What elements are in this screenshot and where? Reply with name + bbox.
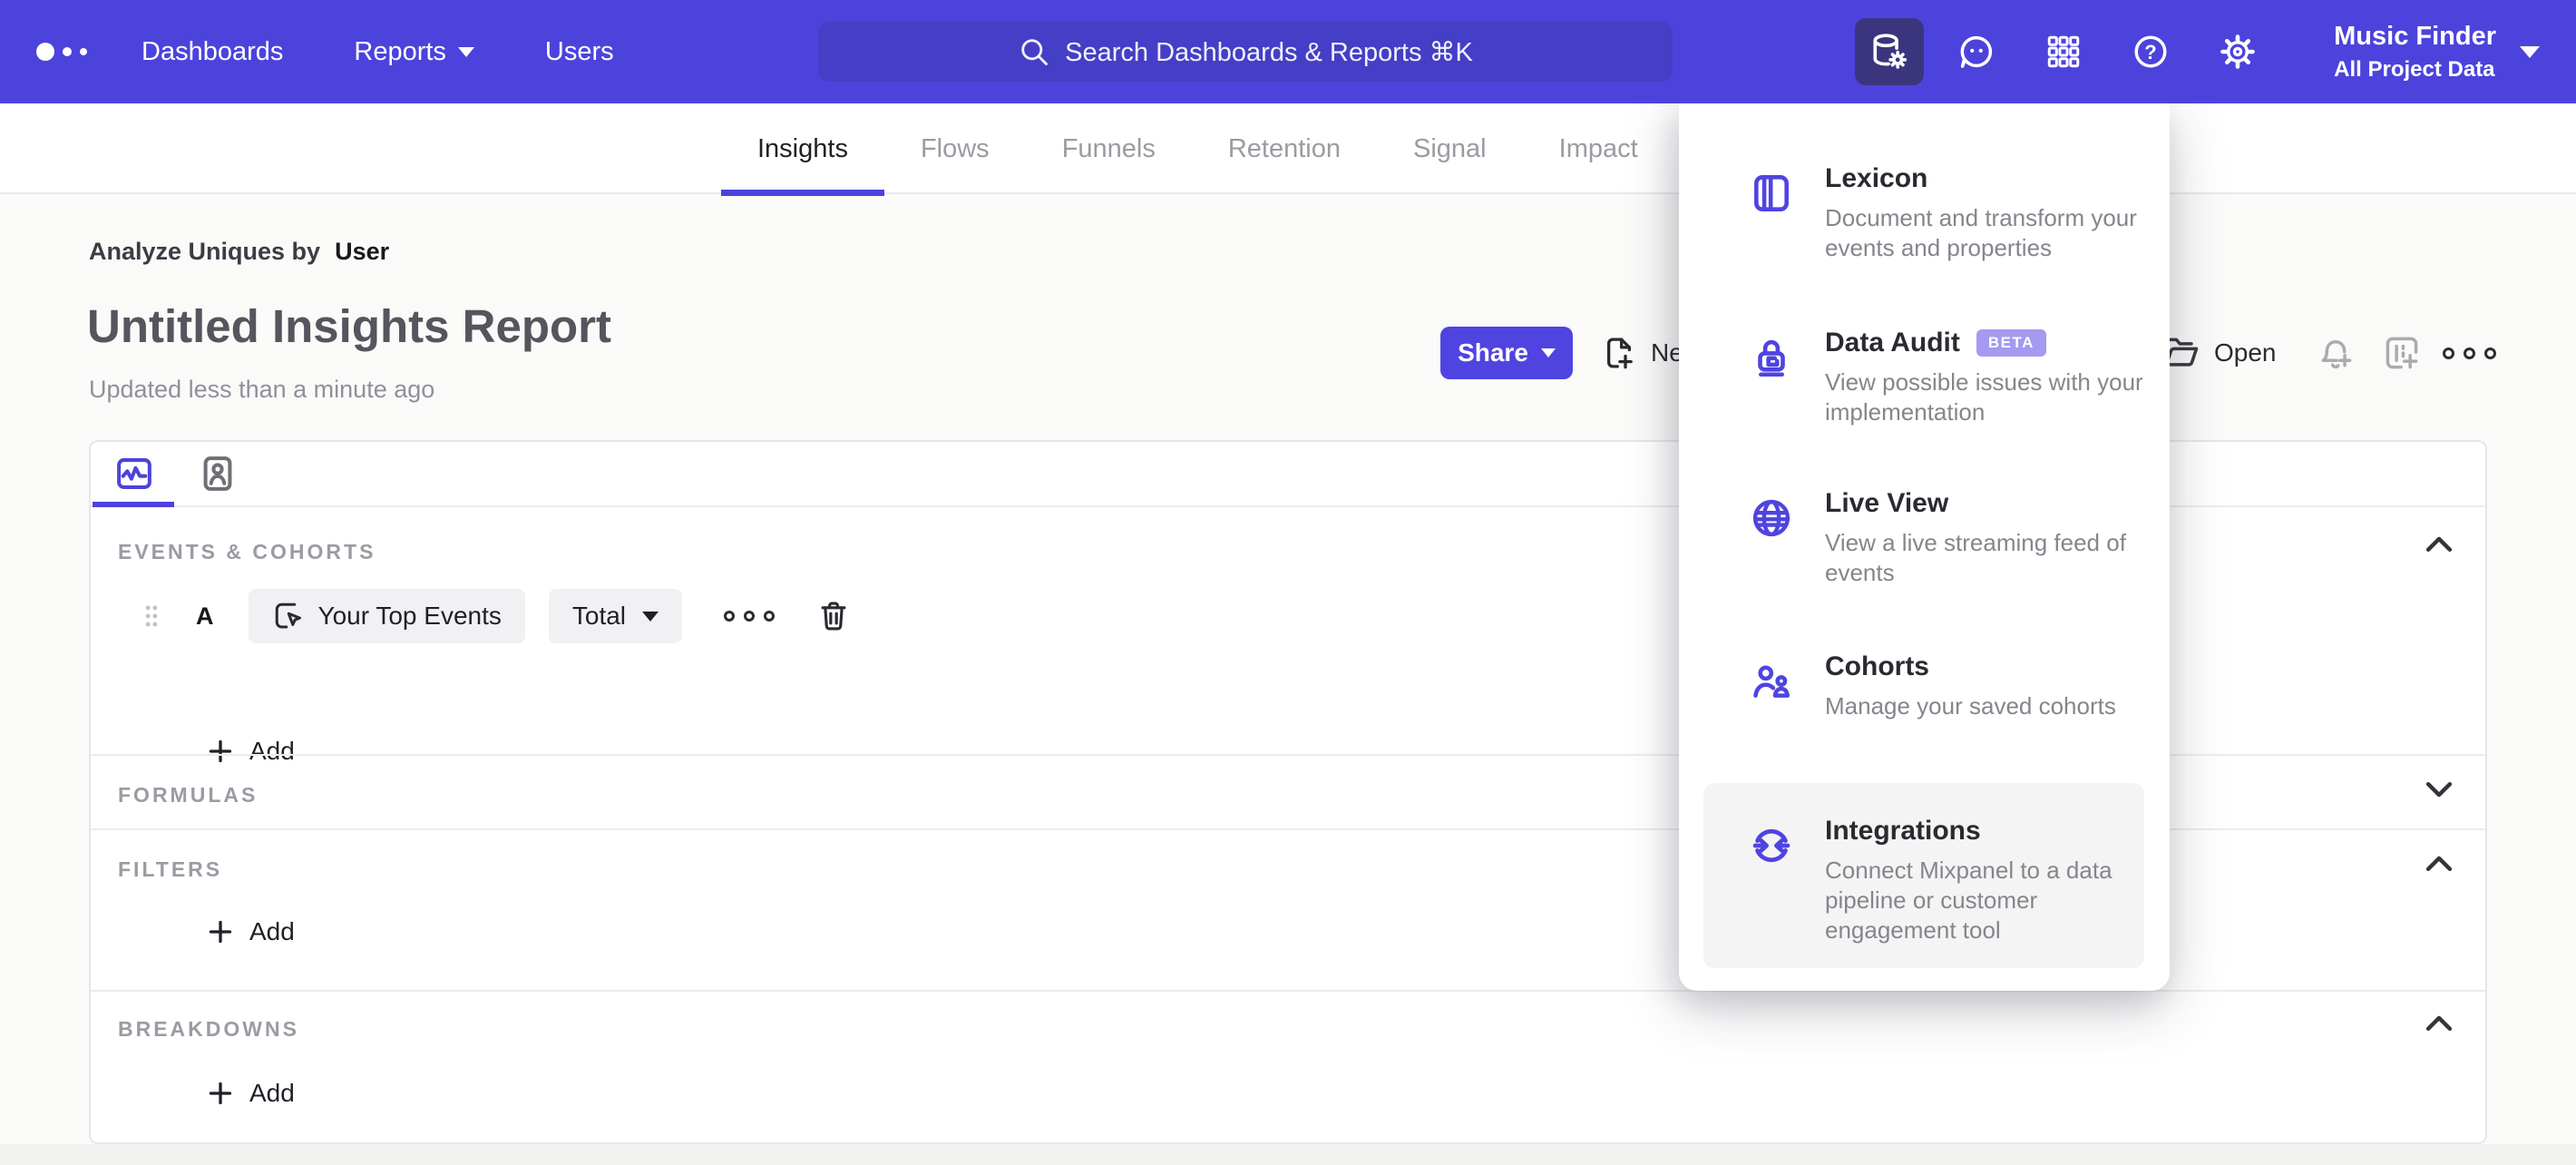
tab-flows[interactable]: Flows	[884, 103, 1026, 194]
data-management-button[interactable]	[1855, 18, 1925, 85]
beta-badge: BETA	[1976, 329, 2046, 357]
tab-signal[interactable]: Signal	[1377, 103, 1523, 194]
menu-item-description: Manage your saved cohorts	[1825, 692, 2116, 720]
data-audit-lock-icon	[1749, 335, 1794, 380]
section-label: BREAKDOWNS	[118, 1017, 299, 1041]
menu-item-title: Cohorts	[1825, 651, 1929, 681]
svg-text:?: ?	[2144, 41, 2156, 64]
chevron-down-icon	[2520, 45, 2540, 58]
expand-section-button[interactable]	[2424, 779, 2454, 801]
bell-plus-icon	[2321, 339, 2352, 369]
add-to-dashboard-button[interactable]	[2382, 327, 2422, 379]
report-tabbar: Insights Flows Funnels Retention Signal …	[0, 103, 2576, 196]
plus-icon	[209, 920, 232, 944]
help-icon: ?	[2134, 35, 2167, 68]
event-click-icon	[275, 602, 301, 629]
tab-impact[interactable]: Impact	[1523, 103, 1674, 194]
plus-icon	[209, 1082, 232, 1105]
chevron-up-icon	[2425, 1015, 2453, 1032]
trash-icon	[821, 602, 846, 631]
menu-item-title: Lexicon	[1825, 163, 1928, 193]
mixpanel-logo[interactable]	[36, 0, 87, 103]
section-label: EVENTS & COHORTS	[118, 540, 376, 563]
menu-item-title: Integrations	[1825, 816, 1981, 846]
share-button[interactable]: Share	[1440, 327, 1573, 379]
analysis-entity[interactable]: User	[335, 238, 389, 265]
tab-user-profiles[interactable]	[197, 453, 239, 494]
chevron-down-icon	[457, 46, 474, 57]
chevron-up-icon	[2425, 856, 2453, 872]
chart-plus-icon	[2386, 337, 2418, 369]
collapse-section-button[interactable]	[2424, 533, 2454, 554]
feedback-bubble-icon	[1960, 35, 1993, 68]
apps-button[interactable]	[2029, 18, 2098, 85]
pulse-chart-icon	[117, 458, 151, 489]
collapse-section-button[interactable]	[2424, 852, 2454, 874]
cohorts-people-icon	[1749, 659, 1794, 704]
menu-item-description: Document and transform your events and p…	[1825, 204, 2137, 261]
chevron-down-icon	[642, 611, 659, 622]
project-scope: All Project Data	[2334, 56, 2495, 82]
drag-handle-icon[interactable]	[140, 601, 163, 631]
page-background	[0, 1144, 2576, 1165]
analysis-summary: Analyze Uniques by User	[89, 238, 390, 265]
section-label: FORMULAS	[118, 783, 259, 807]
event-letter: A	[196, 602, 214, 630]
globe-icon	[1749, 495, 1794, 541]
tab-retention[interactable]: Retention	[1192, 103, 1377, 194]
apps-grid-icon	[2047, 35, 2080, 68]
menu-item-description: View a live streaming feed of events	[1825, 529, 2126, 586]
metric-selector[interactable]: Total	[548, 589, 683, 643]
nav-dashboards[interactable]: Dashboards	[141, 37, 283, 67]
integrations-sync-icon	[1749, 823, 1794, 868]
search-icon	[1021, 39, 1049, 65]
top-navigation-bar: Dashboards Reports Users Search Dashboar…	[0, 0, 2576, 103]
event-options-button[interactable]	[724, 611, 776, 622]
report-content: Analyze Uniques by User Untitled Insights…	[0, 194, 2576, 1165]
menu-item-title: Live View	[1825, 488, 1949, 518]
section-label: FILTERS	[118, 857, 223, 881]
nav-users[interactable]: Users	[545, 37, 614, 67]
help-button[interactable]: ?	[2116, 18, 2185, 85]
chevron-up-icon	[2425, 536, 2453, 553]
project-switcher[interactable]: Music Finder All Project Data	[2303, 22, 2540, 83]
more-actions-button[interactable]	[2443, 327, 2496, 379]
lexicon-icon	[1749, 171, 1794, 216]
nav-reports[interactable]: Reports	[354, 37, 474, 67]
menu-item-title: Data Audit	[1825, 328, 1960, 357]
search-placeholder: Search Dashboards & Reports ⌘K	[1065, 37, 1473, 67]
data-management-menu: Lexicon Document and transform your even…	[1679, 103, 2170, 991]
event-selector[interactable]: Your Top Events	[248, 589, 525, 643]
event-row: A Your Top Events Total	[140, 589, 851, 643]
ellipsis-icon	[2443, 347, 2496, 359]
add-filter-button[interactable]: Add	[207, 917, 295, 946]
menu-item-description: View possible issues with your implement…	[1825, 368, 2143, 426]
topbar-icons: ? Music Finder All Project Data	[1855, 0, 2576, 103]
feedback-button[interactable]	[1942, 18, 2011, 85]
tab-funnels[interactable]: Funnels	[1026, 103, 1192, 194]
user-card-icon	[203, 456, 232, 491]
add-breakdown-button[interactable]: Add	[207, 1079, 295, 1108]
settings-button[interactable]	[2203, 18, 2272, 85]
primary-nav: Dashboards Reports Users	[141, 0, 614, 103]
delete-event-button[interactable]	[816, 599, 851, 633]
create-alert-button[interactable]	[2316, 327, 2356, 379]
menu-item-description: Connect Mixpanel to a data pipeline or c…	[1825, 857, 2113, 944]
database-gear-icon	[1873, 34, 1908, 69]
collapse-section-button[interactable]	[2424, 1012, 2454, 1033]
tab-insights[interactable]: Insights	[721, 103, 884, 196]
chevron-down-icon	[1540, 348, 1556, 357]
section-breakdowns: BREAKDOWNS Add	[91, 990, 2485, 1144]
chevron-down-icon	[2425, 781, 2453, 798]
settings-gear-icon	[2220, 34, 2255, 69]
project-name: Music Finder	[2334, 21, 2496, 51]
search-input[interactable]: Search Dashboards & Reports ⌘K	[818, 22, 1673, 82]
tab-events-analysis[interactable]	[113, 453, 155, 494]
report-actions: Share New Open	[0, 327, 2576, 381]
new-document-icon	[1606, 338, 1633, 369]
